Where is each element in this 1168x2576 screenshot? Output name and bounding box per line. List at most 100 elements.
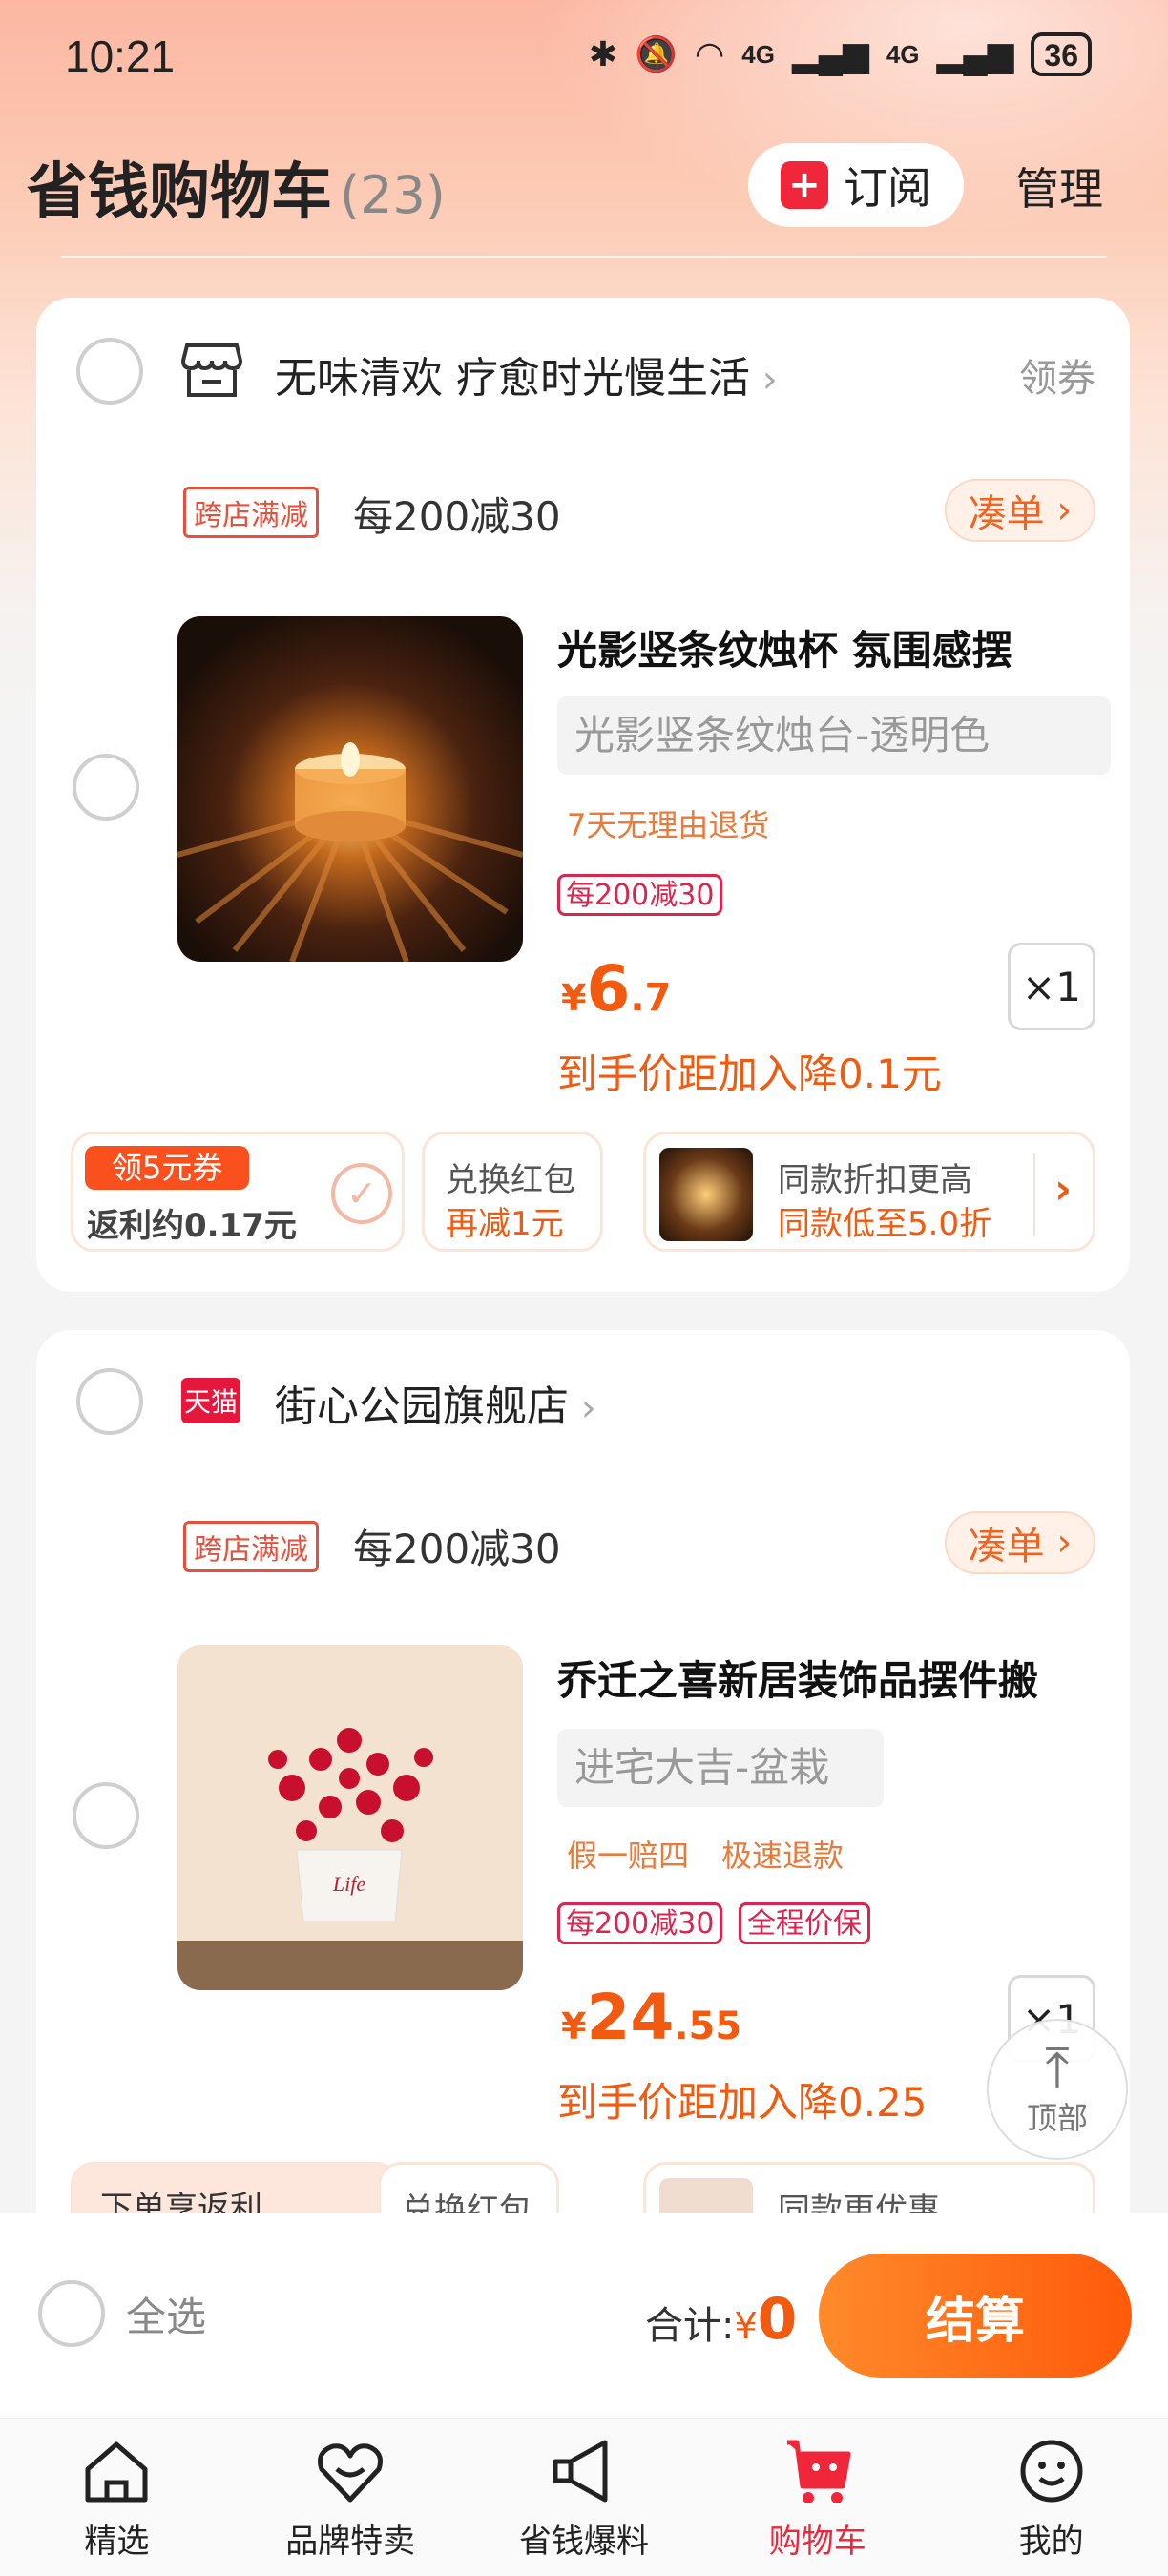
tab-cart[interactable]: 购物车 [700, 2419, 934, 2576]
total-amount: 0 [757, 2286, 798, 2353]
tab-label: 购物车 [768, 2523, 866, 2561]
product-price: ¥24.55 [561, 1981, 741, 2054]
cart-icon [786, 2440, 851, 2503]
price-protect-badge: 全程价保 [739, 1902, 870, 1944]
redpacket-subtitle: 再减1元 [446, 1205, 564, 1243]
currency-symbol: ¥ [561, 2005, 587, 2047]
chevron-right-icon: › [569, 1386, 596, 1430]
store-card: 无味清欢 疗愈时光慢生活 › 领券 跨店满减 每200减30 凑单 › 光影竖条… [36, 298, 1130, 1292]
total-price: 合计:¥0 [645, 2286, 797, 2353]
tab-label: 省钱爆料 [518, 2523, 649, 2561]
promo-badge: 每200减30 [557, 1902, 723, 1944]
similar-item-thumbnail [659, 1148, 753, 1241]
manage-button[interactable]: 管理 [1015, 155, 1103, 218]
price-drop-hint: 到手价距加入降0.1元 [557, 1050, 942, 1097]
back-to-top-button[interactable]: ⤒ 顶部 [987, 2019, 1128, 2160]
store-name-text: 无味清欢 疗愈时光慢生活 [275, 354, 750, 403]
tab-deals[interactable]: 省钱爆料 [468, 2419, 701, 2576]
redpacket-chip[interactable]: 兑换红包 再减1元 [422, 1132, 603, 1252]
chevron-right-icon: › [1044, 1521, 1073, 1565]
tab-label: 品牌特卖 [285, 2523, 416, 2561]
page-title: 省钱购物车 (23) [27, 143, 446, 231]
coupon-chip[interactable]: 领5元券 返利约0.17元 ✓ [71, 1132, 405, 1252]
store-select-checkbox[interactable] [76, 338, 143, 405]
tab-mine[interactable]: 我的 [934, 2419, 1168, 2576]
service-tag: 极速退款 [721, 1838, 845, 1874]
product-title[interactable]: 光影竖条纹烛杯 氛围感摆 [557, 618, 1092, 676]
store-name[interactable]: 无味清欢 疗愈时光慢生活 › [275, 343, 778, 405]
similar-subtitle: 同款低至5.0折 [778, 1205, 992, 1243]
product-title[interactable]: 乔迁之喜新居装饰品摆件搬 [557, 1649, 1092, 1707]
tab-label: 精选 [84, 2523, 150, 2561]
chip-divider [1033, 1153, 1035, 1236]
signal-label-2: 4G [886, 39, 920, 69]
price-integer: 6 [586, 952, 631, 1026]
price-decimal: .55 [674, 2005, 742, 2048]
tab-brand-sale[interactable]: 品牌特卖 [234, 2419, 468, 2576]
checkout-button[interactable]: 结算 [819, 2254, 1132, 2378]
price-drop-hint: 到手价距加入降0.25 [557, 2079, 928, 2126]
promo-text: 每200减30 [353, 1526, 561, 1572]
header-divider [61, 256, 1107, 258]
currency-symbol: ¥ [734, 2305, 758, 2347]
redpacket-title: 兑换红包 [446, 1161, 575, 1199]
bluetooth-icon: ✱ [588, 34, 617, 73]
shop-icon [181, 343, 242, 397]
battery-indicator: 36 [1031, 32, 1092, 76]
tmall-badge: 天猫 [181, 1378, 240, 1423]
signal-label-1: 4G [741, 39, 775, 69]
product-image[interactable] [177, 616, 523, 962]
item-select-checkbox[interactable] [73, 1782, 139, 1849]
price-integer: 24 [586, 1981, 675, 2054]
bundle-label: 凑单 [968, 1525, 1045, 1568]
subscribe-label: 订阅 [844, 162, 931, 214]
bundle-label: 凑单 [968, 492, 1045, 536]
price-decimal: .7 [630, 976, 672, 1020]
promo-badge: 每200减30 [557, 874, 723, 916]
get-coupon-link[interactable]: 领券 [1019, 347, 1095, 403]
sku-selector[interactable]: 进宅大吉-盆栽 [557, 1729, 884, 1807]
currency-symbol: ¥ [561, 977, 587, 1019]
product-price: ¥6.7 [561, 952, 671, 1026]
promo-text: 每200减30 [353, 493, 561, 540]
store-select-checkbox[interactable] [76, 1368, 143, 1435]
cart-count: (23) [340, 165, 446, 225]
chevron-right-icon: › [1054, 1165, 1073, 1214]
home-icon [85, 2441, 148, 2503]
subscribe-button[interactable]: + 订阅 [748, 143, 964, 227]
svg-text:Life: Life [332, 1872, 365, 1896]
promo-tag: 跨店满减 [183, 1521, 319, 1572]
total-label: 合计: [645, 2304, 735, 2348]
mute-icon: 🔕 [635, 34, 678, 73]
arrow-up-icon: ⤒ [1045, 2035, 1070, 2100]
item-select-checkbox[interactable] [73, 754, 139, 821]
service-tag: 7天无理由退货 [567, 807, 770, 843]
status-time: 10:21 [65, 31, 176, 81]
chevron-right-icon: › [750, 358, 778, 402]
bundle-button[interactable]: 凑单 › [945, 479, 1095, 542]
service-tag: 假一赔四 [567, 1838, 690, 1874]
rebate-text: 返利约0.17元 [87, 1207, 297, 1245]
similar-item-chip[interactable]: 同款折扣更高 同款低至5.0折 › [643, 1132, 1095, 1252]
product-image[interactable]: Life [177, 1645, 523, 1990]
bottom-tab-bar: 精选 品牌特卖 省钱爆料 购物车 我的 [0, 2418, 1168, 2576]
back-to-top-label: 顶部 [1026, 2100, 1088, 2136]
bundle-button[interactable]: 凑单 › [945, 1511, 1095, 1574]
status-bar: 10:21 ✱ 🔕 ◠ 4G ▂▄▆ 4G ▂▄▆ 36 [0, 0, 1168, 114]
sku-selector[interactable]: 光影竖条纹烛台-透明色 [557, 696, 1111, 775]
select-all-label: 全选 [126, 2293, 207, 2340]
promo-tag: 跨店满减 [183, 487, 319, 538]
signal-icon: ▂▄▆ [791, 34, 869, 73]
chevron-right-icon: › [1044, 488, 1073, 532]
megaphone-icon [553, 2440, 608, 2503]
similar-title: 同款折扣更高 [778, 1161, 972, 1199]
select-all-control[interactable]: 全选 [38, 2280, 206, 2347]
tab-featured[interactable]: 精选 [0, 2419, 234, 2576]
wifi-icon: ◠ [694, 34, 725, 73]
select-all-checkbox[interactable] [38, 2280, 105, 2347]
signal-icon-2: ▂▄▆ [936, 34, 1014, 73]
store-name[interactable]: 街心公园旗舰店 › [275, 1372, 596, 1433]
bookmark-plus-icon: + [781, 161, 828, 209]
store-name-text: 街心公园旗舰店 [275, 1382, 569, 1431]
quantity-stepper[interactable]: ×1 [1008, 943, 1095, 1030]
